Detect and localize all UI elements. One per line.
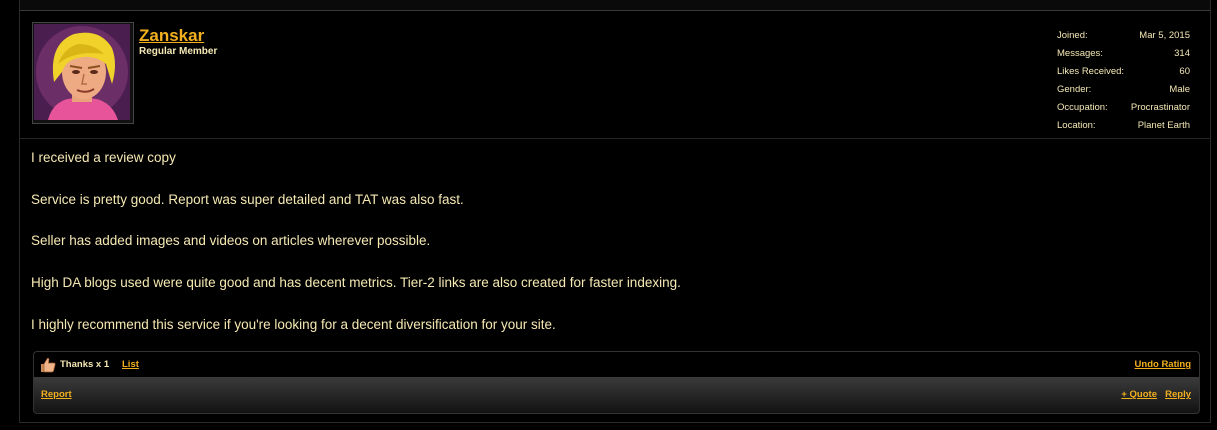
likes-summary: Thanks x 1 List Undo Rating xyxy=(33,351,1200,378)
post-paragraph: I highly recommend this service if you'r… xyxy=(31,316,556,332)
stat-label: Location: xyxy=(1057,120,1096,131)
reply-link[interactable]: Reply xyxy=(1165,389,1191,400)
stat-value: Male xyxy=(1169,84,1190,95)
likes-count-text: Thanks x 1 xyxy=(60,359,110,370)
stat-label: Messages: xyxy=(1057,48,1103,59)
message-content: I received a review copy Service is pret… xyxy=(31,151,1191,359)
username-link[interactable]: Zanskar xyxy=(139,26,204,46)
stat-joined: Joined: Mar 5, 2015 xyxy=(1057,30,1190,48)
stat-label: Likes Received: xyxy=(1057,66,1125,77)
stat-value: Mar 5, 2015 xyxy=(1139,30,1190,41)
report-link[interactable]: Report xyxy=(41,389,72,400)
avatar[interactable] xyxy=(32,22,134,124)
stat-label: Occupation: xyxy=(1057,102,1108,113)
post-paragraph: Seller has added images and videos on ar… xyxy=(31,233,431,249)
undo-rating-link[interactable]: Undo Rating xyxy=(1135,359,1191,370)
stat-value: Procrastinator xyxy=(1130,102,1190,113)
forum-post: Zanskar Regular Member Joined: Mar 5, 20… xyxy=(19,11,1211,423)
stat-value[interactable]: 314 xyxy=(1174,48,1190,66)
message-user-info: Zanskar Regular Member Joined: Mar 5, 20… xyxy=(20,11,1210,139)
stat-occupation: Occupation: Procrastinator xyxy=(1057,102,1190,120)
message-controls: Report + Quote Reply xyxy=(33,377,1200,414)
stat-likes-received: Likes Received: 60 xyxy=(1057,66,1190,84)
cartoon-hero-avatar-icon xyxy=(34,24,130,120)
stat-value: Planet Earth xyxy=(1137,120,1190,131)
stat-gender: Gender: Male xyxy=(1057,84,1190,102)
stat-label: Joined: xyxy=(1057,30,1088,41)
previous-post-footer xyxy=(19,0,1211,11)
user-stats: Joined: Mar 5, 2015 Messages: 314 Likes … xyxy=(1057,30,1190,138)
thumbs-up-icon xyxy=(40,357,56,378)
stat-location: Location: Planet Earth xyxy=(1057,120,1190,138)
likes-list-link[interactable]: List xyxy=(122,359,139,370)
stat-value: 60 xyxy=(1179,66,1190,77)
user-title: Regular Member xyxy=(139,46,218,57)
stat-messages: Messages: 314 xyxy=(1057,48,1190,66)
post-paragraph: I received a review copy xyxy=(31,150,176,165)
post-paragraph: Service is pretty good. Report was super… xyxy=(31,191,464,207)
stat-label: Gender: xyxy=(1057,84,1092,95)
post-paragraph: High DA blogs used were quite good and h… xyxy=(31,275,681,291)
quote-link[interactable]: + Quote xyxy=(1121,389,1157,400)
